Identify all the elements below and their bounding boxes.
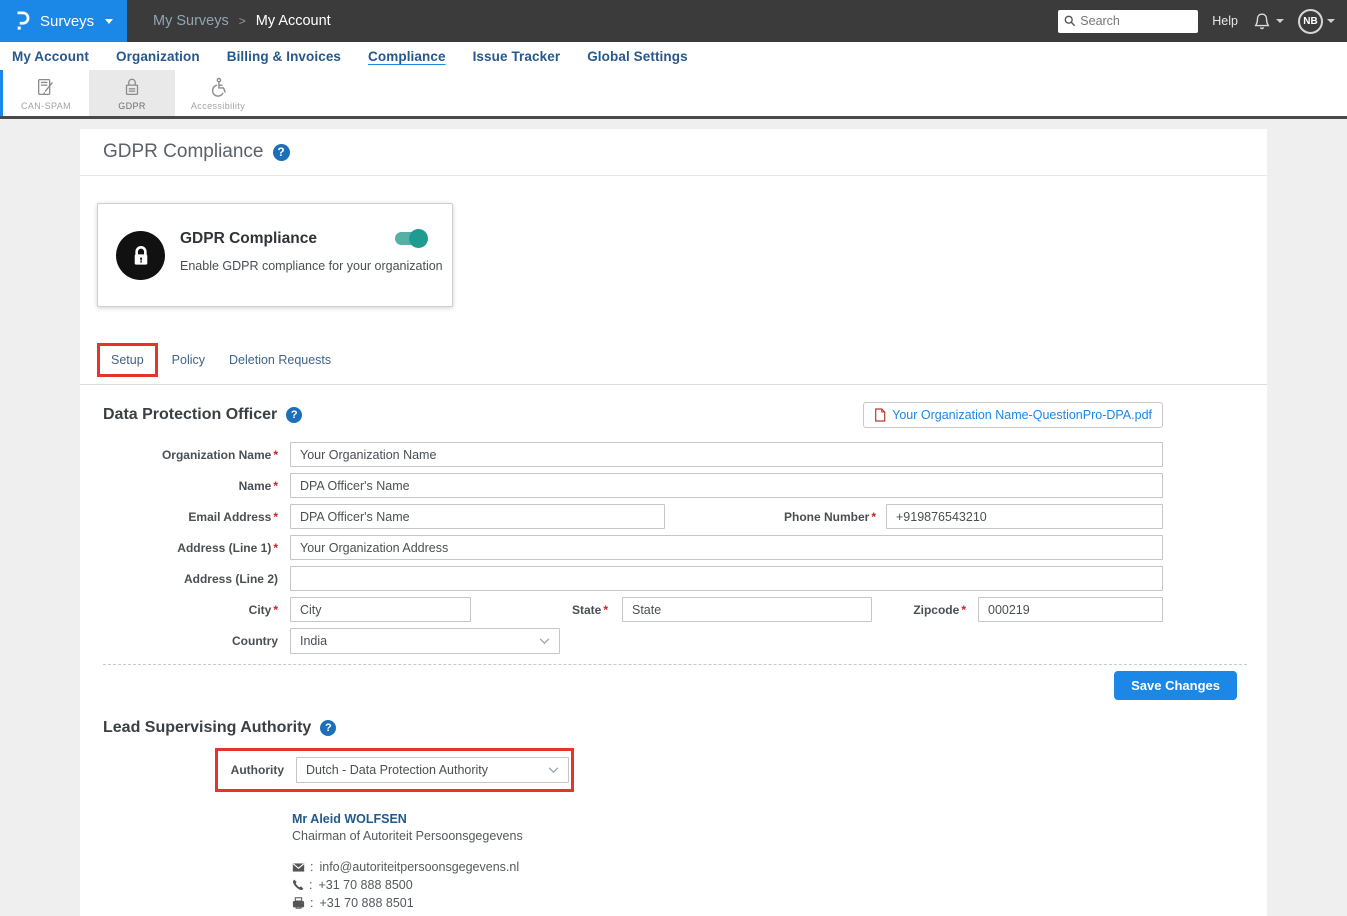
authority-fax: +31 70 888 8501 xyxy=(319,896,413,910)
chevron-down-icon xyxy=(548,767,559,774)
zipcode-label: Zipcode* xyxy=(872,603,978,617)
chevron-down-icon xyxy=(105,19,113,24)
city-label: City* xyxy=(103,603,290,617)
highlight-box-authority: Authority Dutch - Data Protection Author… xyxy=(215,748,574,792)
state-field[interactable] xyxy=(622,597,872,622)
subtab-gdpr[interactable]: GDPR xyxy=(89,70,175,116)
address-line2-label: Address (Line 2) xyxy=(103,572,290,586)
card-title: GDPR Compliance xyxy=(180,230,317,248)
gdpr-compliance-panel: GDPR Compliance ? GDPR Compliance Enable… xyxy=(80,129,1267,916)
organization-name-field[interactable] xyxy=(290,442,1163,467)
authority-contact-name[interactable]: Mr Aleid WOLFSEN xyxy=(292,812,1267,826)
phone-icon xyxy=(292,879,304,891)
product-name: Surveys xyxy=(40,13,94,30)
state-label: State* xyxy=(471,603,622,617)
authority-contact-title: Chairman of Autoriteit Persoonsgegevens xyxy=(292,829,1267,843)
authority-email: info@autoriteitpersoonsgegevens.nl xyxy=(319,860,519,874)
pdf-file-icon xyxy=(874,408,886,422)
name-label: Name* xyxy=(103,479,290,493)
breadcrumb-my-surveys[interactable]: My Surveys xyxy=(153,13,229,29)
dpa-pdf-button[interactable]: Your Organization Name-QuestionPro-DPA.p… xyxy=(863,402,1163,428)
envelope-icon xyxy=(292,862,305,873)
compliance-subtabs: CAN-SPAM GDPR Accessibility xyxy=(0,70,1347,119)
tab-setup[interactable]: Setup xyxy=(111,353,144,367)
authority-phone-line: : +31 70 888 8500 xyxy=(292,878,1267,892)
notifications-menu[interactable] xyxy=(1252,11,1284,32)
authority-contact-card: Mr Aleid WOLFSEN Chairman of Autoriteit … xyxy=(292,812,1267,910)
zipcode-field[interactable] xyxy=(978,597,1163,622)
chevron-down-icon xyxy=(539,638,550,645)
avatar: NB xyxy=(1298,9,1323,34)
email-address-field[interactable] xyxy=(290,504,665,529)
nav-organization[interactable]: Organization xyxy=(116,49,200,64)
chevron-down-icon xyxy=(1276,19,1284,23)
nav-issue-tracker[interactable]: Issue Tracker xyxy=(473,49,561,64)
subtab-can-spam[interactable]: CAN-SPAM xyxy=(3,70,89,116)
card-subtitle: Enable GDPR compliance for your organiza… xyxy=(180,259,443,273)
nav-my-account[interactable]: My Account xyxy=(12,49,89,64)
gdpr-enable-card: GDPR Compliance Enable GDPR compliance f… xyxy=(97,203,453,307)
top-bar: Surveys My Surveys > My Account Help NB xyxy=(0,0,1347,42)
organization-name-label: Organization Name* xyxy=(103,448,290,462)
help-link[interactable]: Help xyxy=(1212,14,1238,28)
phone-number-label: Phone Number* xyxy=(665,510,886,524)
search-input[interactable] xyxy=(1080,14,1190,28)
tab-deletion-requests[interactable]: Deletion Requests xyxy=(229,353,331,367)
authority-phone: +31 70 888 8500 xyxy=(318,878,412,892)
bell-icon xyxy=(1252,11,1272,32)
lsa-heading: Lead Supervising Authority xyxy=(103,719,311,737)
breadcrumb-separator: > xyxy=(239,14,246,28)
authority-label: Authority xyxy=(218,763,296,777)
authority-select[interactable]: Dutch - Data Protection Authority xyxy=(296,757,569,783)
questionpro-logo-icon xyxy=(13,10,31,32)
country-select[interactable]: India xyxy=(290,628,560,654)
authority-fax-line: : +31 70 888 8501 xyxy=(292,896,1267,910)
address-line1-label: Address (Line 1)* xyxy=(103,541,290,555)
dpo-heading: Data Protection Officer xyxy=(103,406,277,424)
name-field[interactable] xyxy=(290,473,1163,498)
help-icon[interactable]: ? xyxy=(320,720,336,736)
nav-compliance[interactable]: Compliance xyxy=(368,49,446,64)
nav-billing-invoices[interactable]: Billing & Invoices xyxy=(227,49,341,64)
lock-icon xyxy=(116,231,165,280)
search-box[interactable] xyxy=(1058,10,1198,33)
highlight-box-setup: Setup xyxy=(97,343,158,377)
product-switcher[interactable]: Surveys xyxy=(0,0,127,42)
account-menu[interactable]: NB xyxy=(1298,9,1335,34)
breadcrumb-my-account: My Account xyxy=(256,13,331,29)
nav-global-settings[interactable]: Global Settings xyxy=(587,49,688,64)
notepad-pencil-icon xyxy=(35,76,57,98)
email-address-label: Email Address* xyxy=(103,510,290,524)
tab-policy[interactable]: Policy xyxy=(172,353,205,367)
authority-email-line: : info@autoriteitpersoonsgegevens.nl xyxy=(292,860,1267,874)
chevron-down-icon xyxy=(1327,19,1335,23)
gdpr-toggle[interactable] xyxy=(395,232,425,245)
city-field[interactable] xyxy=(290,597,471,622)
search-icon xyxy=(1064,15,1076,27)
padlock-icon xyxy=(121,76,143,98)
account-nav: My Account Organization Billing & Invoic… xyxy=(0,42,1347,70)
help-icon[interactable]: ? xyxy=(286,407,302,423)
address-line2-field[interactable] xyxy=(290,566,1163,591)
wheelchair-icon xyxy=(207,76,229,98)
dpo-form: Organization Name* Name* Email Address* … xyxy=(80,442,1163,654)
page-title: GDPR Compliance xyxy=(103,141,264,163)
phone-number-field[interactable] xyxy=(886,504,1163,529)
fax-icon xyxy=(292,897,305,909)
dpo-save-button[interactable]: Save Changes xyxy=(1114,671,1237,700)
country-label: Country xyxy=(103,634,290,648)
address-line1-field[interactable] xyxy=(290,535,1163,560)
setup-tabs: Setup Policy Deletion Requests xyxy=(80,343,1267,385)
section-divider xyxy=(103,664,1247,665)
help-icon[interactable]: ? xyxy=(273,144,290,161)
breadcrumb: My Surveys > My Account xyxy=(153,13,331,29)
subtab-accessibility[interactable]: Accessibility xyxy=(175,70,261,116)
